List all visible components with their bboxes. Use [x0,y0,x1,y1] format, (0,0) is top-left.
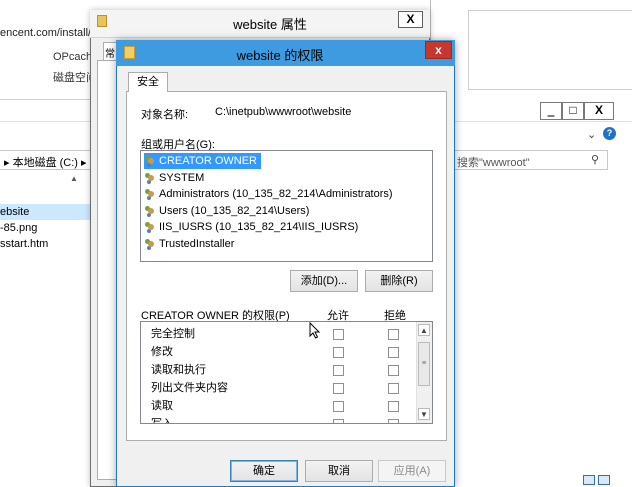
object-name-value: C:\inetpub\wwwroot\website [215,106,352,118]
user-label: TrustedInstaller [159,238,235,250]
help-icon[interactable]: ? [603,127,616,140]
user-item-users[interactable]: Users (10_135_82_214\Users) [144,203,309,219]
user-group-icon [144,188,156,200]
deny-checkbox[interactable] [388,401,399,412]
user-label: Administrators (10_135_82_214\Administra… [159,188,393,200]
user-group-icon [144,221,156,233]
allow-checkbox[interactable] [333,329,344,340]
allow-checkbox[interactable] [333,365,344,376]
tab-security[interactable]: 安全 [128,72,168,92]
user-label: Users (10_135_82_214\Users) [159,205,310,217]
permission-name: 列出文件夹内容 [151,382,228,394]
scroll-thumb[interactable]: ≡ [418,342,430,386]
permission-name: 读取和执行 [151,364,206,376]
permission-row: 写入 [151,415,421,424]
minimize-button[interactable]: ‗ [540,102,562,120]
deny-checkbox[interactable] [388,329,399,340]
deny-checkbox[interactable] [388,365,399,376]
permission-list: 完全控制 修改 读取和执行 列出文件夹内容 读取 写入 [140,321,433,424]
details-view-icon[interactable] [583,475,595,485]
search-icon[interactable]: ⚲ [591,153,599,166]
permission-row: 读取 [151,397,421,415]
apply-button[interactable]: 应用(A) [378,460,446,482]
user-group-icon [144,238,156,250]
properties-title: website 属性 [233,17,307,32]
user-label: SYSTEM [159,172,205,184]
permission-name: 写入 [151,418,173,424]
properties-close-button[interactable]: X [398,11,423,28]
scroll-up-icon[interactable]: ▲ [418,324,430,336]
browser-content-line: OPcach [53,51,93,63]
user-item-trustedinstaller[interactable]: TrustedInstaller [144,236,234,252]
folder-icon [97,15,107,27]
user-item-system[interactable]: SYSTEM [144,170,204,186]
user-item-creator-owner[interactable]: CREATOR OWNER [144,153,261,169]
search-input[interactable]: 搜索"wwwroot" [452,150,608,170]
sort-arrow-icon[interactable]: ▲ [70,174,78,183]
folder-icon [124,46,135,59]
maximize-button[interactable]: □ [562,102,584,120]
user-item-administrators[interactable]: Administrators (10_135_82_214\Administra… [144,186,393,202]
view-toggle[interactable] [580,475,610,487]
ok-button[interactable]: 确定 [230,460,298,482]
user-label: IIS_IUSRS (10_135_82_214\IIS_IUSRS) [159,221,359,233]
permission-name: 完全控制 [151,328,195,340]
close-button[interactable]: X [584,102,614,120]
permission-row: 列出文件夹内容 [151,379,421,397]
deny-checkbox[interactable] [388,383,399,394]
object-name-label: 对象名称: [141,109,189,121]
tiles-view-icon[interactable] [598,475,610,485]
cancel-button[interactable]: 取消 [305,460,373,482]
permission-row: 读取和执行 [151,361,421,379]
scroll-down-icon[interactable]: ▼ [418,408,430,420]
deny-checkbox[interactable] [388,419,399,423]
allow-checkbox[interactable] [333,401,344,412]
background-window-frame [468,10,632,90]
allow-checkbox[interactable] [333,383,344,394]
browser-url-text[interactable]: encent.com/install/i [0,27,94,39]
allow-checkbox[interactable] [333,347,344,358]
permissions-title: website 的权限 [236,48,324,63]
permission-row: 完全控制 [151,325,421,343]
user-label: CREATOR OWNER [159,155,257,167]
mouse-cursor-icon [309,322,320,339]
user-group-icon [144,205,156,217]
chevron-down-icon[interactable]: ⌄ [587,128,596,141]
permission-row: 修改 [151,343,421,361]
allow-checkbox[interactable] [333,419,344,423]
deny-checkbox[interactable] [388,347,399,358]
user-list[interactable]: CREATOR OWNER SYSTEM Administrators (10_… [140,150,433,262]
permission-name: 修改 [151,346,173,358]
permission-name: 读取 [151,400,173,412]
remove-button[interactable]: 删除(R) [365,270,433,292]
permissions-close-button[interactable]: x [425,41,452,59]
user-item-iis-iusrs[interactable]: IIS_IUSRS (10_135_82_214\IIS_IUSRS) [144,219,358,235]
add-button[interactable]: 添加(D)... [290,270,358,292]
user-group-icon [144,155,156,167]
user-group-icon [144,172,156,184]
